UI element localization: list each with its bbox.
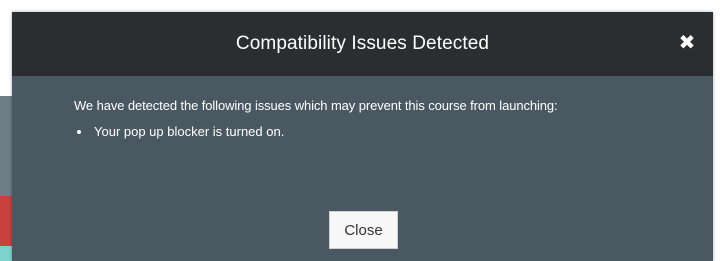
- background-page-accent: [0, 196, 12, 246]
- dialog-footer: Close: [12, 211, 713, 249]
- issue-list: Your pop up blocker is turned on.: [74, 123, 713, 141]
- background-page-top: [0, 0, 721, 12]
- background-page-footer: [0, 246, 12, 261]
- issue-item: Your pop up blocker is turned on.: [92, 123, 713, 141]
- close-button[interactable]: Close: [329, 211, 398, 249]
- dialog-body: We have detected the following issues wh…: [12, 76, 713, 141]
- dialog-title: Compatibility Issues Detected: [235, 33, 490, 54]
- background-page-right: [713, 0, 721, 261]
- close-icon[interactable]: ✖: [675, 30, 699, 54]
- dialog-message: We have detected the following issues wh…: [74, 98, 558, 113]
- dialog-header: Compatibility Issues Detected ✖: [12, 12, 713, 76]
- background-page-panel: [0, 96, 12, 196]
- compatibility-dialog: Compatibility Issues Detected ✖ We have …: [12, 12, 713, 261]
